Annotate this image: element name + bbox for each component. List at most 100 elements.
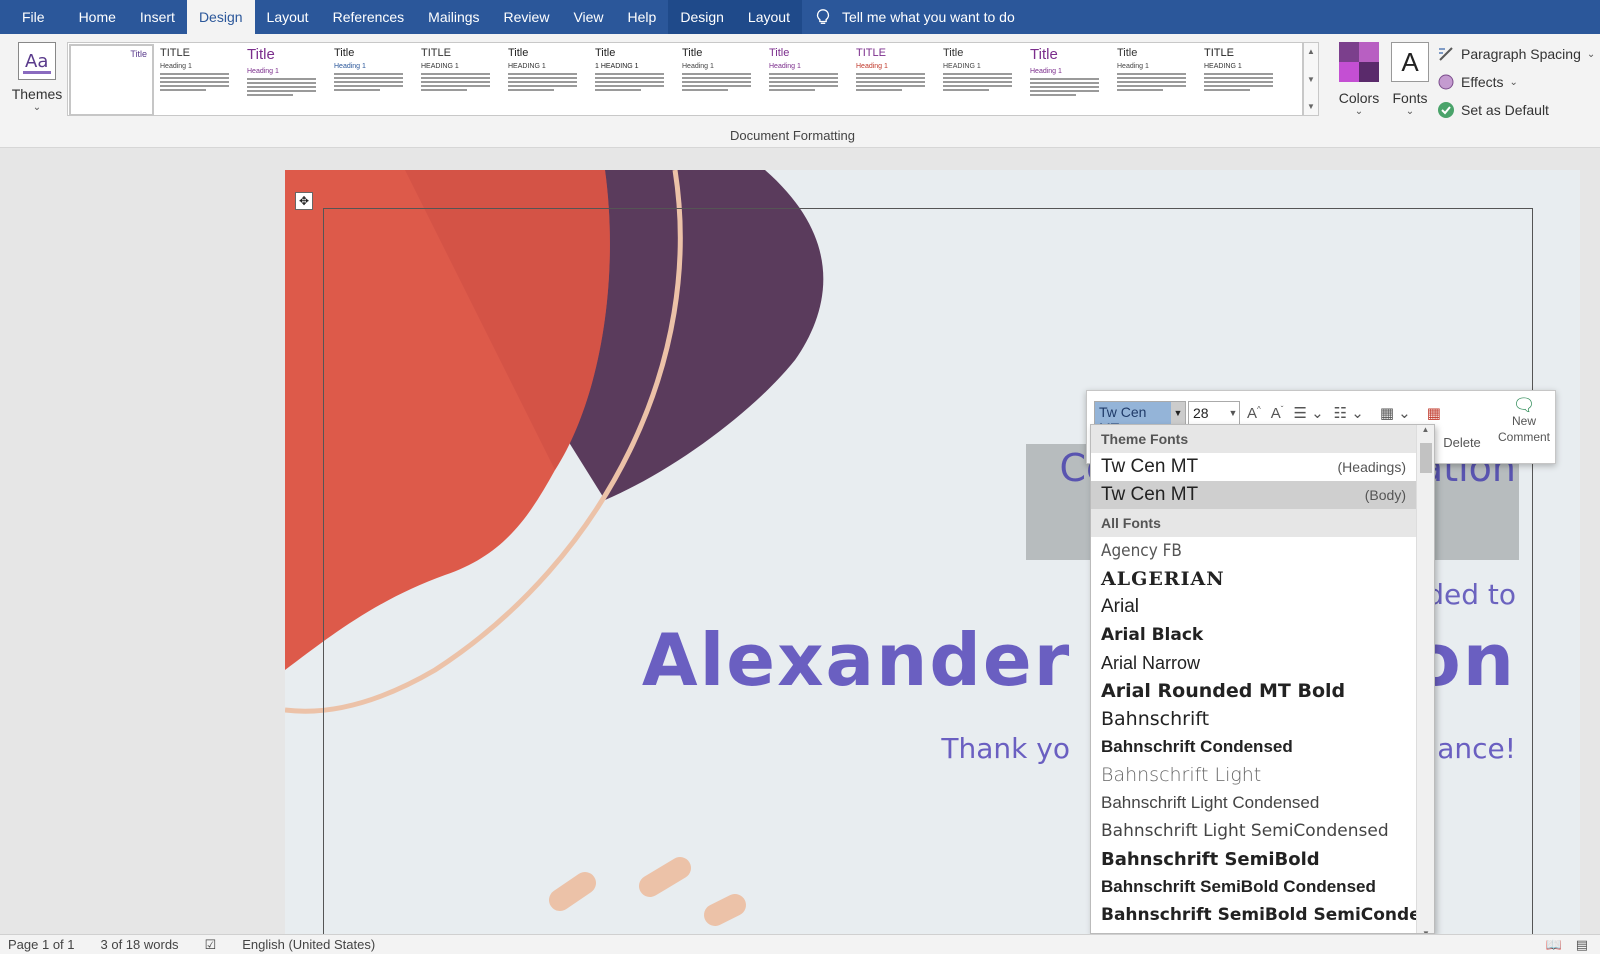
- awarded-to-text[interactable]: ded to: [1426, 578, 1516, 611]
- style-set-3[interactable]: Title Heading 1: [242, 43, 329, 115]
- style-set-body-lines: [943, 73, 1020, 92]
- scroll-up-icon[interactable]: ▲: [1417, 425, 1434, 441]
- tab-table-layout[interactable]: Layout: [735, 0, 802, 34]
- chevron-down-icon[interactable]: ▼: [1307, 75, 1315, 84]
- read-mode-icon[interactable]: 📖: [1546, 937, 1562, 953]
- font-option[interactable]: Arial Black: [1091, 621, 1416, 649]
- style-set-11[interactable]: Title HEADING 1: [938, 43, 1025, 115]
- mini-font-combobox[interactable]: Tw Cen MT ▼: [1094, 401, 1186, 436]
- document-area: ✥ Ce iation ded to Alexander on Thank yo ma…: [0, 148, 1600, 934]
- word-count[interactable]: 3 of 18 words: [101, 937, 179, 952]
- more-icon[interactable]: ▼: [1307, 102, 1315, 111]
- all-fonts-header: All Fonts: [1091, 509, 1416, 537]
- shrink-font-icon[interactable]: Aˇ: [1271, 405, 1284, 422]
- style-set-14[interactable]: TITLE HEADING 1: [1199, 43, 1286, 115]
- font-list-scrollbar[interactable]: ▲ ▼: [1416, 425, 1434, 933]
- font-option[interactable]: Bahnschrift Condensed: [1091, 733, 1416, 761]
- style-set-13[interactable]: Title Heading 1: [1112, 43, 1199, 115]
- set-as-default-button[interactable]: Set as Default: [1437, 96, 1595, 124]
- font-option[interactable]: Bahnschrift SemiBold SemiConden: [1091, 901, 1416, 929]
- tab-home[interactable]: Home: [67, 0, 128, 34]
- style-set-2[interactable]: TITLE Heading 1: [155, 43, 242, 115]
- style-set-12[interactable]: Title Heading 1: [1025, 43, 1112, 115]
- font-option[interactable]: Agency FB: [1091, 537, 1416, 565]
- tab-mailings[interactable]: Mailings: [416, 0, 491, 34]
- chevron-down-icon[interactable]: ▼: [1227, 408, 1239, 418]
- insert-table-icon[interactable]: ▦ ⌄: [1380, 404, 1411, 422]
- proofing-icon[interactable]: ☑: [205, 937, 217, 953]
- themes-button[interactable]: Aa Themes ⌄: [8, 40, 66, 150]
- font-option[interactable]: Bahnschrift Light: [1091, 761, 1416, 789]
- tab-references[interactable]: References: [321, 0, 417, 34]
- tab-view[interactable]: View: [561, 0, 615, 34]
- tab-table-design[interactable]: Design: [668, 0, 736, 34]
- set-as-default-label: Set as Default: [1461, 102, 1549, 118]
- style-set-body-lines: [595, 73, 672, 92]
- print-layout-icon[interactable]: ▤: [1576, 937, 1588, 953]
- font-option[interactable]: Bahnschrift Light SemiCondensed: [1091, 817, 1416, 845]
- chevron-down-icon: ⌄: [32, 102, 42, 113]
- font-option-tw-cen-body[interactable]: Tw Cen MT (Body): [1091, 481, 1416, 509]
- tab-file[interactable]: File: [0, 0, 67, 34]
- checkmark-icon: [1437, 101, 1455, 119]
- page-count[interactable]: Page 1 of 1: [8, 937, 75, 952]
- svg-text:Aa: Aa: [25, 51, 48, 72]
- style-set-heading: HEADING 1: [508, 63, 546, 71]
- font-option[interactable]: Bahnschrift SemiBold Condensed: [1091, 873, 1416, 901]
- style-set-body-lines: [1204, 73, 1281, 92]
- gallery-scroll[interactable]: ▲ ▼ ▼: [1303, 42, 1319, 116]
- font-option[interactable]: ALGERIAN: [1091, 565, 1416, 593]
- style-set-heading: Heading 1: [160, 63, 192, 71]
- colors-button[interactable]: Colors ⌄: [1335, 40, 1383, 117]
- numbering-icon[interactable]: ☷ ⌄: [1334, 404, 1364, 422]
- font-option[interactable]: Bahnschrift Light Condensed: [1091, 789, 1416, 817]
- font-option[interactable]: Bahnschrift SemiBold: [1091, 845, 1416, 873]
- style-set-10[interactable]: TITLE Heading 1: [851, 43, 938, 115]
- font-option[interactable]: Arial: [1091, 593, 1416, 621]
- chevron-down-icon[interactable]: ▼: [1171, 402, 1185, 424]
- font-option-tw-cen-headings[interactable]: Tw Cen MT (Headings): [1091, 453, 1416, 481]
- paragraph-spacing-button[interactable]: Paragraph Spacing ⌄: [1437, 40, 1595, 68]
- font-name-value[interactable]: Tw Cen MT: [1095, 402, 1171, 436]
- tell-me-box[interactable]: Tell me what you want to do: [814, 0, 1015, 34]
- style-set-7[interactable]: Title 1 HEADING 1: [590, 43, 677, 115]
- delete-button[interactable]: Delete: [1439, 435, 1485, 450]
- style-set-6[interactable]: Title HEADING 1: [503, 43, 590, 115]
- font-option[interactable]: Arial Rounded MT Bold: [1091, 677, 1416, 705]
- menu-bar: File Home Insert Design Layout Reference…: [0, 0, 1600, 34]
- style-set-1[interactable]: Title: [69, 44, 154, 116]
- tab-design[interactable]: Design: [186, 0, 255, 34]
- font-option[interactable]: Arial Narrow: [1091, 649, 1416, 677]
- font-option[interactable]: Bahnschrift: [1091, 705, 1416, 733]
- delete-table-icon[interactable]: ▦: [1427, 404, 1441, 422]
- fonts-button[interactable]: A Fonts ⌄: [1386, 40, 1434, 117]
- chevron-up-icon[interactable]: ▲: [1307, 47, 1315, 56]
- style-set-body-lines: [421, 73, 498, 92]
- chevron-down-icon: ⌄: [1405, 106, 1415, 117]
- mini-size-combobox[interactable]: 28 ▼: [1188, 401, 1240, 425]
- language[interactable]: English (United States): [242, 937, 375, 952]
- tab-help[interactable]: Help: [616, 0, 669, 34]
- paragraph-spacing-icon: [1437, 45, 1455, 63]
- table-move-handle-icon[interactable]: ✥: [295, 192, 313, 210]
- fonts-icon: A: [1391, 42, 1429, 82]
- style-set-5[interactable]: TITLE HEADING 1: [416, 43, 503, 115]
- style-set-body-lines: [334, 73, 411, 92]
- style-set-body-lines: [1117, 73, 1194, 92]
- effects-button[interactable]: Effects ⌄: [1437, 68, 1595, 96]
- style-set-8[interactable]: Title Heading 1: [677, 43, 764, 115]
- tab-layout[interactable]: Layout: [255, 0, 321, 34]
- font-option-label: Bahnschrift Light: [1101, 764, 1262, 786]
- style-set-4[interactable]: Title Heading 1: [329, 43, 416, 115]
- grow-font-icon[interactable]: A^: [1247, 405, 1261, 422]
- font-size-value[interactable]: 28: [1193, 405, 1209, 421]
- tab-insert[interactable]: Insert: [128, 0, 187, 34]
- style-set-9[interactable]: Title Heading 1: [764, 43, 851, 115]
- scroll-thumb[interactable]: [1420, 443, 1432, 473]
- tab-review[interactable]: Review: [492, 0, 562, 34]
- style-set-heading: Heading 1: [1117, 63, 1149, 71]
- style-set-heading: HEADING 1: [421, 63, 459, 71]
- new-comment-button[interactable]: 🗨 New Comment: [1493, 396, 1555, 445]
- bullets-icon[interactable]: ☰ ⌄: [1293, 404, 1323, 422]
- style-set-body-lines: [856, 73, 933, 92]
